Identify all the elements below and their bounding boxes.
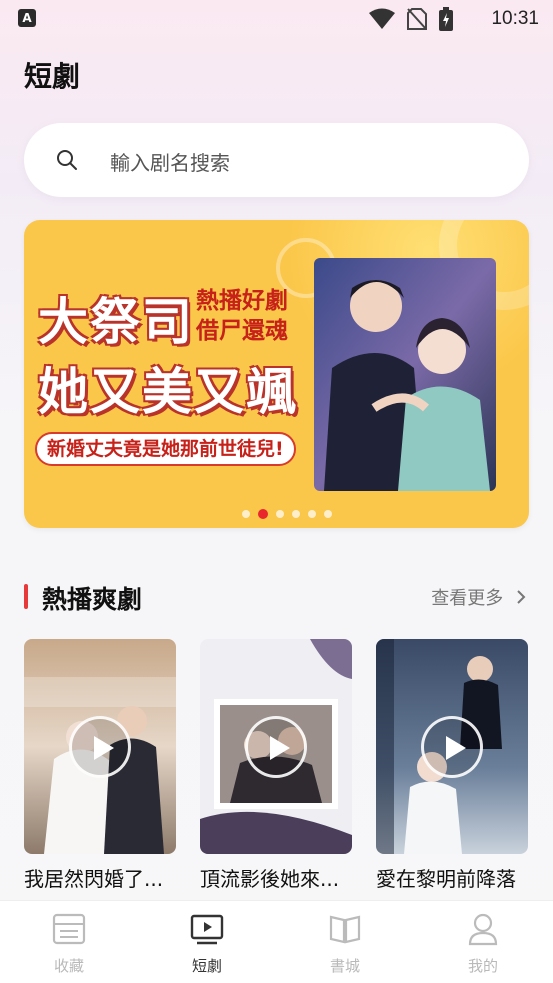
search-input[interactable]: 輸入剧名搜索 [24, 123, 529, 197]
banner-dot-active[interactable] [257, 509, 268, 519]
drama-card[interactable]: 愛在黎明前降落 [376, 639, 528, 891]
person-icon [468, 913, 498, 946]
tab-label: 收藏 [53, 957, 84, 975]
banner-subtitle-line2: 借尸還魂 [196, 318, 288, 344]
status-icons [369, 7, 453, 31]
banner-dot[interactable] [323, 510, 332, 518]
play-button[interactable] [69, 716, 131, 778]
bottom-tab-bar: 收藏 短劇 書城 我的 [0, 900, 553, 983]
wifi-icon [369, 8, 395, 29]
drama-list: 我居然閃婚了... 頂流影後她來... 愛在黎明前降落 [24, 639, 553, 899]
status-time: 10:31 [491, 8, 539, 29]
play-icon [270, 736, 290, 760]
drama-card[interactable]: 頂流影後她來... [200, 639, 352, 891]
play-button[interactable] [245, 716, 307, 778]
drama-card[interactable]: 我居然閃婚了... [24, 639, 176, 891]
open-book-icon [329, 915, 361, 944]
banner-subtitle-line1: 熱播好劇 [196, 288, 288, 314]
status-bar: A 10:31 [0, 0, 553, 38]
hot-section-header: 熱播爽劇 查看更多 [24, 580, 529, 614]
tab-short-drama[interactable]: 短劇 [138, 901, 276, 983]
battery-charging-icon [439, 7, 453, 31]
promo-banner[interactable]: 大祭司 熱播好劇 借尸還魂 她又美又颯 新婚丈夫竟是她那前世徒兒! [24, 220, 529, 528]
tab-label: 短劇 [191, 957, 222, 975]
banner-pagination [24, 509, 529, 519]
banner-dot[interactable] [241, 510, 250, 518]
banner-title-line2: 她又美又颯 [38, 363, 298, 421]
search-placeholder: 輸入剧名搜索 [110, 151, 230, 175]
tv-play-icon [190, 914, 224, 945]
drama-title: 愛在黎明前降落 [376, 867, 516, 891]
tab-favorites[interactable]: 收藏 [0, 901, 138, 983]
tab-bookstore[interactable]: 書城 [276, 901, 414, 983]
banner-dot[interactable] [275, 510, 284, 518]
drama-thumbnail [200, 639, 352, 854]
chevron-right-icon [517, 590, 526, 604]
app-notification-icon: A [18, 9, 36, 27]
banner-subtitle: 熱播好劇 借尸還魂 [196, 286, 288, 346]
banner-title-line1: 大祭司 [38, 293, 194, 351]
banner-tagline: 新婚丈夫竟是她那前世徒兒! [35, 432, 296, 466]
tab-profile[interactable]: 我的 [414, 901, 552, 983]
search-icon [57, 150, 77, 170]
tab-label: 我的 [467, 957, 498, 975]
drama-thumbnail [376, 639, 528, 854]
banner-poster-image [314, 258, 496, 491]
section-accent-bar [24, 584, 28, 609]
bookmark-list-icon [52, 913, 86, 945]
drama-title: 頂流影後她來... [200, 867, 340, 891]
page-title: 短劇 [24, 60, 81, 93]
see-more-link[interactable]: 查看更多 [431, 584, 527, 610]
play-icon [446, 736, 466, 760]
tab-label: 書城 [329, 957, 360, 975]
banner-dot[interactable] [291, 510, 300, 518]
drama-title: 我居然閃婚了... [24, 867, 164, 891]
drama-thumbnail [24, 639, 176, 854]
banner-dot[interactable] [307, 510, 316, 518]
see-more-label: 查看更多 [431, 588, 504, 609]
play-icon [94, 736, 114, 760]
play-button[interactable] [421, 716, 483, 778]
section-title: 熱播爽劇 [42, 585, 143, 614]
no-sim-icon [407, 8, 427, 30]
